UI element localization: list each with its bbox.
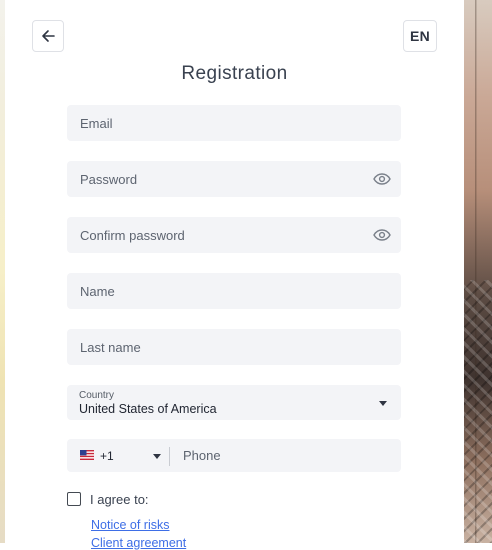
phone-country-code: +1 — [100, 449, 114, 463]
client-agreement-link[interactable]: Client agreement — [91, 536, 186, 550]
phone-country-code-select[interactable]: +1 — [67, 439, 169, 472]
last-name-field-container — [67, 329, 401, 365]
country-select[interactable]: Country United States of America — [67, 385, 401, 420]
background-photo — [464, 0, 492, 543]
agree-row: I agree to: — [67, 490, 149, 508]
confirm-password-field-container — [67, 217, 401, 253]
password-field-container — [67, 161, 401, 197]
language-button[interactable]: EN — [403, 20, 437, 52]
chevron-down-icon — [153, 454, 161, 459]
confirm-password-field[interactable] — [67, 217, 401, 253]
country-label: Country — [79, 390, 115, 401]
name-field-container — [67, 273, 401, 309]
eye-icon[interactable] — [373, 171, 391, 187]
page-title: Registration — [181, 63, 288, 84]
phone-field-container: +1 — [67, 439, 401, 472]
chevron-down-icon — [379, 401, 387, 406]
us-flag-icon — [80, 450, 94, 460]
name-field[interactable] — [67, 273, 401, 309]
registration-panel: EN Registration Country United States of… — [5, 0, 464, 550]
email-field[interactable] — [67, 105, 401, 141]
last-name-field[interactable] — [67, 329, 401, 365]
password-field[interactable] — [67, 161, 401, 197]
eye-icon[interactable] — [373, 227, 391, 243]
back-button[interactable] — [32, 20, 64, 52]
phone-field[interactable] — [170, 439, 401, 472]
agree-label: I agree to: — [90, 491, 149, 507]
arrow-left-icon — [42, 30, 55, 42]
email-field-container — [67, 105, 401, 141]
notice-of-risks-link[interactable]: Notice of risks — [91, 518, 170, 532]
agree-checkbox[interactable] — [67, 492, 81, 506]
country-value: United States of America — [79, 402, 217, 416]
